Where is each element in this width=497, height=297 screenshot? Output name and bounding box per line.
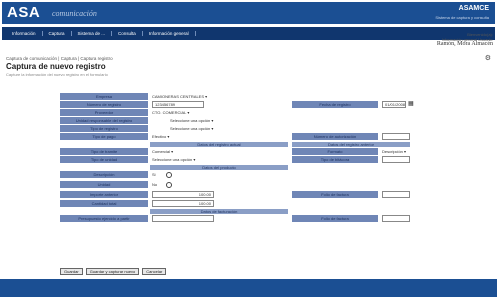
tipo-pago-value: Efectivo (152, 134, 167, 139)
field-label-importe-anterior: Importe anterior (60, 191, 148, 198)
calendar-icon[interactable]: ▦ (408, 101, 414, 108)
form-row: Descripción Si (60, 171, 412, 181)
tipo-tramite-select[interactable]: Comercial ▾ (152, 148, 212, 155)
save-and-new-button[interactable]: Guardar y capturar nuevo (85, 268, 140, 275)
form-row: Presupuesto ejercido a partir Folio de f… (60, 215, 412, 223)
tipo-tramite-value: Comercial (152, 149, 171, 154)
user-name: Ramón, Mora Almacén (436, 41, 493, 47)
field-label-tipo-bitacora: Tipo de bitácora (292, 156, 378, 163)
breadcrumb[interactable]: Captura de comunicación | Captura | Capt… (6, 56, 113, 61)
formato-value: Descripción (382, 149, 403, 154)
folio-factura-input[interactable] (382, 191, 410, 198)
field-label-numero-registro: Número de registro (60, 101, 148, 108)
importe-anterior-input[interactable]: 100.00 (152, 191, 214, 198)
app-footer (0, 279, 497, 297)
form-row: Empresa CAMIONERAS CENTRALES ▾ (60, 93, 412, 101)
field-label-folio-factura-2: Folio de factura (292, 215, 378, 222)
folio-factura-2-input[interactable] (382, 215, 410, 222)
form-row: Tipo de pago Efectivo ▾ Número de autori… (60, 133, 412, 142)
header-subtitle: Sistema de captura y consulta (435, 15, 489, 20)
field-label-unidad: Unidad (60, 181, 148, 188)
tipo-unidad-value: Seleccione una opción (152, 157, 193, 162)
page-subtitle: Capture la información del nuevo registr… (6, 72, 108, 77)
descripcion-radio-label: Si (152, 172, 156, 177)
empresa-select[interactable]: CAMIONERAS CENTRALES ▾ (152, 93, 222, 100)
numero-registro-input[interactable]: 123456789 (152, 101, 204, 108)
field-label-empresa: Empresa (60, 93, 148, 100)
nav-item-consulta[interactable]: Consulta (112, 31, 143, 36)
field-label-tipo-unidad: Tipo de unidad (60, 156, 148, 163)
empresa-value: CAMIONERAS CENTRALES (152, 94, 205, 99)
field-label-tipo-pago: Tipo de pago (60, 133, 148, 140)
tipo-registro-select[interactable]: Seleccione una opción ▾ (170, 125, 250, 132)
main-nav: Información Captura Sistema de ... Consu… (2, 27, 495, 40)
tipo-registro-value: Seleccione una opción (170, 126, 211, 131)
section-header-producto: Datos del producto (150, 165, 288, 170)
form-row: Cantidad total 100.00 (60, 200, 412, 209)
nav-item-captura[interactable]: Captura (43, 31, 72, 36)
field-label-numero-autorizacion: Número de autorización (292, 133, 378, 140)
user-info: Bienvenido(a): Información general Usuar… (437, 32, 493, 47)
form-row: Importe anterior 100.00 Folio de factura (60, 191, 412, 200)
field-label-unidad-responsable: Unidad responsable del registro (60, 117, 148, 124)
fecha-registro-input[interactable]: 01/01/2008 (382, 101, 406, 108)
section-header-registro-actual: Datos del registro actual (150, 142, 288, 147)
unidad-radio-label: No (152, 182, 158, 187)
proveedor-value: CTO. COMERCIAL (152, 110, 187, 115)
save-button[interactable]: Guardar (60, 268, 83, 275)
section-header-registro-anterior: Datos del registro anterior (292, 142, 410, 147)
radio-circle[interactable] (166, 181, 172, 188)
formato-select[interactable]: Descripción ▾ (382, 148, 412, 155)
unidad-responsable-value: Seleccione una opción (170, 118, 211, 123)
field-label-proveedor: Proveedor (60, 109, 148, 116)
capture-form: Empresa CAMIONERAS CENTRALES ▾ Número de… (60, 93, 414, 223)
header-title-block: ASAMCE Sistema de captura y consulta (435, 4, 489, 22)
cantidad-total-input[interactable]: 100.00 (152, 200, 214, 207)
cancel-button[interactable]: Cancelar (142, 268, 167, 275)
radio-button[interactable] (166, 181, 172, 188)
field-label-descripcion: Descripción (60, 171, 148, 178)
nav-item-sistema[interactable]: Sistema de ... (72, 31, 113, 36)
field-label-cantidad-total: Cantidad total (60, 200, 148, 207)
numero-autorizacion-input[interactable] (382, 133, 410, 140)
tipo-unidad-select[interactable]: Seleccione una opción ▾ (152, 156, 222, 163)
brand-logo[interactable]: ASA (7, 4, 40, 21)
radio-circle[interactable] (166, 171, 172, 178)
form-row: Unidad responsable del registro Seleccio… (60, 117, 412, 125)
field-label-tipo-tramite: Tipo de tramite (60, 148, 148, 155)
form-row: Número de registro 123456789 Fecha de re… (60, 101, 414, 109)
form-row: Tipo de registro Seleccione una opción ▾ (60, 125, 412, 133)
field-label-presupuesto: Presupuesto ejercido a partir (60, 215, 148, 222)
form-actions: Guardar Guardar y capturar nuevo Cancela… (60, 268, 167, 275)
tipo-pago-select[interactable]: Efectivo ▾ (152, 133, 192, 140)
page: ASA comunicación ASAMCE Sistema de captu… (0, 0, 497, 297)
form-row: Unidad No (60, 181, 412, 191)
brand-subtitle: comunicación (52, 9, 97, 18)
section-header-facturacion: Datos de facturación (150, 209, 288, 214)
form-row: Proveedor CTO. COMERCIAL ▾ (60, 109, 412, 117)
form-row: Tipo de tramite Comercial ▾ Formato Desc… (60, 148, 412, 156)
field-label-folio-factura: Folio de factura (292, 191, 378, 198)
page-title: Captura de nuevo registro (6, 62, 106, 71)
field-label-tipo-registro: Tipo de registro (60, 125, 148, 132)
nav-item-informacion-general[interactable]: Información general (143, 31, 196, 36)
field-label-fecha-registro: Fecha de registro (292, 101, 378, 108)
header-title: ASAMCE (458, 5, 489, 12)
radio-button[interactable] (166, 171, 172, 178)
presupuesto-input[interactable] (152, 215, 214, 222)
app-header: ASA comunicación ASAMCE Sistema de captu… (2, 2, 495, 24)
nav-item-informacion[interactable]: Información (6, 31, 43, 36)
proveedor-select[interactable]: CTO. COMERCIAL ▾ (152, 109, 222, 116)
form-row: Tipo de unidad Seleccione una opción ▾ T… (60, 156, 412, 165)
field-label-formato: Formato (292, 148, 378, 155)
unidad-responsable-select[interactable]: Seleccione una opción ▾ (170, 117, 250, 124)
gear-icon[interactable]: ⚙ (485, 54, 491, 62)
tipo-bitacora-input[interactable] (382, 156, 410, 163)
